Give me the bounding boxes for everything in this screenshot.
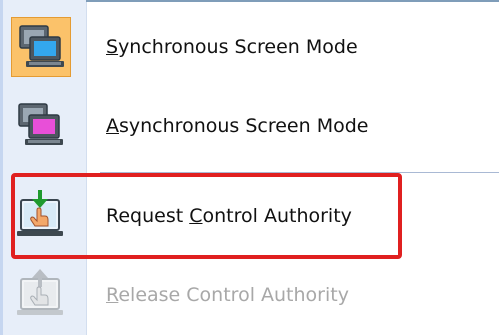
menu-item-request-control-authority[interactable]: Request Control Authority bbox=[3, 177, 499, 255]
context-menu: Synchronous Screen Mode Asynchronous Scr… bbox=[0, 0, 499, 335]
menu-item-asynchronous-screen-mode[interactable]: Asynchronous Screen Mode bbox=[3, 87, 499, 165]
dual-monitor-blue-icon bbox=[11, 17, 71, 77]
menu-top-border bbox=[86, 0, 499, 2]
menu-item-label: Request Control Authority bbox=[106, 205, 352, 227]
release-control-icon bbox=[11, 265, 71, 325]
menu-item-label: Asynchronous Screen Mode bbox=[106, 115, 369, 137]
menu-separator bbox=[100, 172, 499, 173]
menu-item-synchronous-screen-mode[interactable]: Synchronous Screen Mode bbox=[3, 8, 499, 86]
menu-item-release-control-authority[interactable]: Release Control Authority bbox=[3, 256, 499, 334]
menu-item-label: Synchronous Screen Mode bbox=[106, 36, 358, 58]
menu-item-label: Release Control Authority bbox=[106, 284, 349, 306]
mnemonic-letter: S bbox=[106, 36, 119, 58]
request-control-icon bbox=[11, 186, 71, 246]
mnemonic-letter: C bbox=[189, 205, 203, 227]
dual-monitor-pink-icon bbox=[11, 96, 71, 156]
mnemonic-letter: R bbox=[106, 284, 119, 306]
mnemonic-letter: A bbox=[106, 115, 119, 137]
